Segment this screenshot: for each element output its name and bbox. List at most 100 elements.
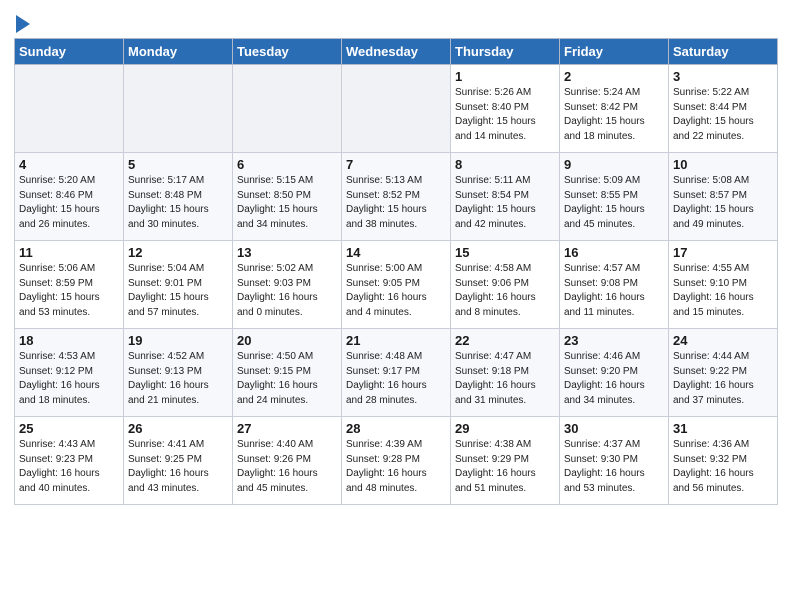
calendar-cell: 27Sunrise: 4:40 AM Sunset: 9:26 PM Dayli… (233, 417, 342, 505)
calendar-cell (124, 65, 233, 153)
day-number: 29 (455, 421, 555, 436)
calendar-cell: 1 Sunrise: 5:26 AM Sunset: 8:40 PM Daylig… (451, 65, 560, 153)
day-number: 1 (455, 69, 555, 84)
day-number: 30 (564, 421, 664, 436)
day-number: 15 (455, 245, 555, 260)
day-detail: Sunrise: 4:39 AM Sunset: 9:28 PM Dayligh… (346, 438, 446, 496)
week-row-1: 1 Sunrise: 5:26 AM Sunset: 8:40 PM Daylig… (15, 65, 778, 153)
day-number: 4 (19, 157, 119, 172)
day-detail: Sunrise: 4:50 AM Sunset: 9:15 PM Dayligh… (237, 350, 337, 408)
day-number: 5 (128, 157, 228, 172)
day-detail: Sunrise: 5:24 AM Sunset: 8:42 PM Dayligh… (564, 86, 664, 144)
day-detail: Sunrise: 4:46 AM Sunset: 9:20 PM Dayligh… (564, 350, 664, 408)
day-detail: Sunrise: 4:57 AM Sunset: 9:08 PM Dayligh… (564, 262, 664, 320)
week-row-4: 18Sunrise: 4:53 AM Sunset: 9:12 PM Dayli… (15, 329, 778, 417)
calendar-cell: 25 Sunrise: 4:43 AM Sunset: 9:23 PM Dayli… (15, 417, 124, 505)
calendar-cell: 12Sunrise: 5:04 AM Sunset: 9:01 PM Dayli… (124, 241, 233, 329)
calendar-cell: 16 Sunrise: 4:57 AM Sunset: 9:08 PM Dayli… (560, 241, 669, 329)
day-detail: Sunrise: 5:15 AM Sunset: 8:50 PM Dayligh… (237, 174, 337, 232)
day-number: 10 (673, 157, 773, 172)
day-number: 12 (128, 245, 228, 260)
week-row-2: 4 Sunrise: 5:20 AM Sunset: 8:46 PM Daylig… (15, 153, 778, 241)
col-header-monday: Monday (124, 39, 233, 65)
col-header-friday: Friday (560, 39, 669, 65)
day-detail: Sunrise: 5:02 AM Sunset: 9:03 PM Dayligh… (237, 262, 337, 320)
calendar-cell: 23Sunrise: 4:46 AM Sunset: 9:20 PM Dayli… (560, 329, 669, 417)
calendar-cell (342, 65, 451, 153)
calendar-cell: 8Sunrise: 5:11 AM Sunset: 8:54 PM Daylig… (451, 153, 560, 241)
day-number: 22 (455, 333, 555, 348)
calendar-cell: 30 Sunrise: 4:37 AM Sunset: 9:30 PM Dayli… (560, 417, 669, 505)
day-number: 9 (564, 157, 664, 172)
day-detail: Sunrise: 4:48 AM Sunset: 9:17 PM Dayligh… (346, 350, 446, 408)
calendar-cell: 24 Sunrise: 4:44 AM Sunset: 9:22 PM Dayli… (669, 329, 778, 417)
calendar-cell: 4 Sunrise: 5:20 AM Sunset: 8:46 PM Daylig… (15, 153, 124, 241)
day-number: 21 (346, 333, 446, 348)
day-detail: Sunrise: 4:41 AM Sunset: 9:25 PM Dayligh… (128, 438, 228, 496)
calendar-cell: 13Sunrise: 5:02 AM Sunset: 9:03 PM Dayli… (233, 241, 342, 329)
day-detail: Sunrise: 5:17 AM Sunset: 8:48 PM Dayligh… (128, 174, 228, 232)
day-number: 31 (673, 421, 773, 436)
calendar-cell: 6 Sunrise: 5:15 AM Sunset: 8:50 PM Daylig… (233, 153, 342, 241)
calendar-header-row: SundayMondayTuesdayWednesdayThursdayFrid… (15, 39, 778, 65)
day-number: 11 (19, 245, 119, 260)
calendar-cell: 19 Sunrise: 4:52 AM Sunset: 9:13 PM Dayli… (124, 329, 233, 417)
day-number: 14 (346, 245, 446, 260)
calendar-cell: 20 Sunrise: 4:50 AM Sunset: 9:15 PM Dayli… (233, 329, 342, 417)
day-number: 24 (673, 333, 773, 348)
day-detail: Sunrise: 4:44 AM Sunset: 9:22 PM Dayligh… (673, 350, 773, 408)
logo-arrow-icon (16, 15, 30, 33)
day-detail: Sunrise: 4:47 AM Sunset: 9:18 PM Dayligh… (455, 350, 555, 408)
calendar-cell: 5 Sunrise: 5:17 AM Sunset: 8:48 PM Daylig… (124, 153, 233, 241)
day-number: 6 (237, 157, 337, 172)
header (14, 10, 778, 34)
calendar-cell (233, 65, 342, 153)
day-detail: Sunrise: 5:09 AM Sunset: 8:55 PM Dayligh… (564, 174, 664, 232)
calendar-table: SundayMondayTuesdayWednesdayThursdayFrid… (14, 38, 778, 505)
calendar-cell: 17Sunrise: 4:55 AM Sunset: 9:10 PM Dayli… (669, 241, 778, 329)
day-number: 18 (19, 333, 119, 348)
day-detail: Sunrise: 5:13 AM Sunset: 8:52 PM Dayligh… (346, 174, 446, 232)
calendar-cell: 7 Sunrise: 5:13 AM Sunset: 8:52 PM Daylig… (342, 153, 451, 241)
calendar-cell: 28 Sunrise: 4:39 AM Sunset: 9:28 PM Dayli… (342, 417, 451, 505)
calendar-cell: 3Sunrise: 5:22 AM Sunset: 8:44 PM Daylig… (669, 65, 778, 153)
day-number: 19 (128, 333, 228, 348)
calendar-cell: 26Sunrise: 4:41 AM Sunset: 9:25 PM Dayli… (124, 417, 233, 505)
calendar-cell: 21 Sunrise: 4:48 AM Sunset: 9:17 PM Dayli… (342, 329, 451, 417)
day-detail: Sunrise: 4:43 AM Sunset: 9:23 PM Dayligh… (19, 438, 119, 496)
col-header-thursday: Thursday (451, 39, 560, 65)
calendar-cell: 11 Sunrise: 5:06 AM Sunset: 8:59 PM Dayli… (15, 241, 124, 329)
day-detail: Sunrise: 4:58 AM Sunset: 9:06 PM Dayligh… (455, 262, 555, 320)
day-detail: Sunrise: 5:20 AM Sunset: 8:46 PM Dayligh… (19, 174, 119, 232)
day-number: 16 (564, 245, 664, 260)
day-detail: Sunrise: 5:08 AM Sunset: 8:57 PM Dayligh… (673, 174, 773, 232)
day-number: 20 (237, 333, 337, 348)
calendar-cell (15, 65, 124, 153)
calendar-cell: 22 Sunrise: 4:47 AM Sunset: 9:18 PM Dayli… (451, 329, 560, 417)
calendar-cell: 18Sunrise: 4:53 AM Sunset: 9:12 PM Dayli… (15, 329, 124, 417)
col-header-tuesday: Tuesday (233, 39, 342, 65)
day-detail: Sunrise: 4:36 AM Sunset: 9:32 PM Dayligh… (673, 438, 773, 496)
day-detail: Sunrise: 4:38 AM Sunset: 9:29 PM Dayligh… (455, 438, 555, 496)
calendar-cell: 9 Sunrise: 5:09 AM Sunset: 8:55 PM Daylig… (560, 153, 669, 241)
logo (14, 10, 30, 34)
day-detail: Sunrise: 5:00 AM Sunset: 9:05 PM Dayligh… (346, 262, 446, 320)
week-row-5: 25 Sunrise: 4:43 AM Sunset: 9:23 PM Dayli… (15, 417, 778, 505)
day-detail: Sunrise: 5:26 AM Sunset: 8:40 PM Dayligh… (455, 86, 555, 144)
col-header-wednesday: Wednesday (342, 39, 451, 65)
calendar-cell: 29 Sunrise: 4:38 AM Sunset: 9:29 PM Dayli… (451, 417, 560, 505)
day-number: 28 (346, 421, 446, 436)
day-detail: Sunrise: 4:37 AM Sunset: 9:30 PM Dayligh… (564, 438, 664, 496)
day-detail: Sunrise: 4:55 AM Sunset: 9:10 PM Dayligh… (673, 262, 773, 320)
day-detail: Sunrise: 5:22 AM Sunset: 8:44 PM Dayligh… (673, 86, 773, 144)
day-number: 7 (346, 157, 446, 172)
col-header-saturday: Saturday (669, 39, 778, 65)
calendar-container: SundayMondayTuesdayWednesdayThursdayFrid… (0, 0, 792, 519)
day-number: 25 (19, 421, 119, 436)
week-row-3: 11 Sunrise: 5:06 AM Sunset: 8:59 PM Dayli… (15, 241, 778, 329)
calendar-cell: 15 Sunrise: 4:58 AM Sunset: 9:06 PM Dayli… (451, 241, 560, 329)
day-detail: Sunrise: 4:52 AM Sunset: 9:13 PM Dayligh… (128, 350, 228, 408)
day-detail: Sunrise: 5:06 AM Sunset: 8:59 PM Dayligh… (19, 262, 119, 320)
day-detail: Sunrise: 5:11 AM Sunset: 8:54 PM Dayligh… (455, 174, 555, 232)
day-number: 2 (564, 69, 664, 84)
